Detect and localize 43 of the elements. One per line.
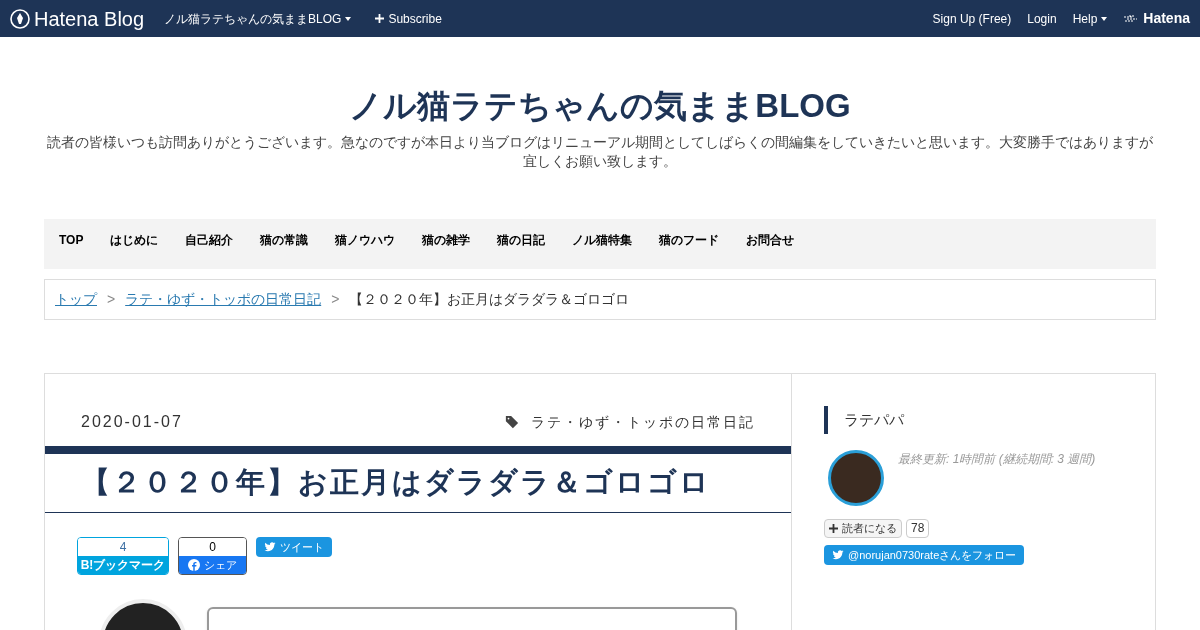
subscribe-link[interactable]: Subscribe <box>375 9 442 28</box>
category-link[interactable]: ラテ・ゆず・トッポの日常日記 <box>531 411 755 433</box>
help-menu[interactable]: Help <box>1072 9 1108 28</box>
nav-link[interactable]: 猫の日記 <box>497 231 546 249</box>
pen-nib-icon <box>10 8 30 29</box>
nav-link[interactable]: TOP <box>59 231 84 249</box>
header-link[interactable]: Login <box>1027 9 1057 28</box>
nav-link[interactable]: はじめに <box>110 231 159 249</box>
nav-link[interactable]: 猫ノウハウ <box>335 231 396 249</box>
nav-link[interactable]: ノル猫特集 <box>572 231 633 249</box>
blog-description: 読者の皆様いつも訪問ありがとうございます。急なのですが本日より当ブログはリニューアル期間としてしばらくの間編集をしていきたいと思います。大変勝手ではありますが宜しくお願い致します。 <box>46 133 1154 171</box>
facebook-icon <box>188 559 200 571</box>
header-link[interactable]: Sign Up (Free) <box>932 9 1012 28</box>
blog-title[interactable]: ノル猫ラテちゃんの気ままBLOG <box>349 87 851 125</box>
breadcrumb-separator: > <box>107 290 116 309</box>
hatena-blog-logo[interactable]: Hatena Blog <box>34 3 145 34</box>
nav-link[interactable]: 猫の雑学 <box>422 231 471 249</box>
bird-icon <box>264 541 276 553</box>
nav-link[interactable]: お問合せ <box>746 231 795 249</box>
tag-icon <box>505 415 519 429</box>
post-title: 【２０２０年】お正月はダラダラ＆ゴロゴロ <box>45 454 791 513</box>
share-button[interactable]: 0 シェア <box>178 537 247 575</box>
sidebar-heading: ラテパパ <box>824 406 1123 434</box>
reader-count: 78 <box>906 519 930 538</box>
last-updated: 最終更新: 1時間前 (継続期間: 3 週間) <box>898 451 1096 468</box>
bird-icon <box>832 549 844 561</box>
breadcrumb-separator: > <box>331 290 340 309</box>
post-date: 2020-01-07 <box>81 412 183 432</box>
plus-icon <box>375 14 385 23</box>
breadcrumb-link[interactable]: トップ <box>55 289 97 310</box>
nav-link[interactable]: 猫のフード <box>659 231 720 249</box>
subscribe-button[interactable]: 読者になる <box>824 519 902 538</box>
breadcrumb-current: 【２０２０年】お正月はダラダラ＆ゴロゴロ <box>349 290 630 309</box>
nav-link[interactable]: 自己紹介 <box>185 231 234 249</box>
hatena-logo[interactable]: Hatena <box>1143 8 1190 29</box>
blog-menu[interactable]: ノル猫ラテちゃんの気ままBLOG <box>164 9 352 28</box>
nav-link[interactable]: 猫の常識 <box>260 231 309 249</box>
bookmark-button[interactable]: 4 B!ブックマーク <box>77 537 169 575</box>
bookmark-label: B!ブックマーク <box>78 556 168 574</box>
breadcrumb-link[interactable]: ラテ・ゆず・トッポの日常日記 <box>125 289 322 310</box>
share-label: シェア <box>204 558 237 573</box>
plus-icon <box>829 524 838 533</box>
profile-avatar[interactable] <box>828 450 884 506</box>
